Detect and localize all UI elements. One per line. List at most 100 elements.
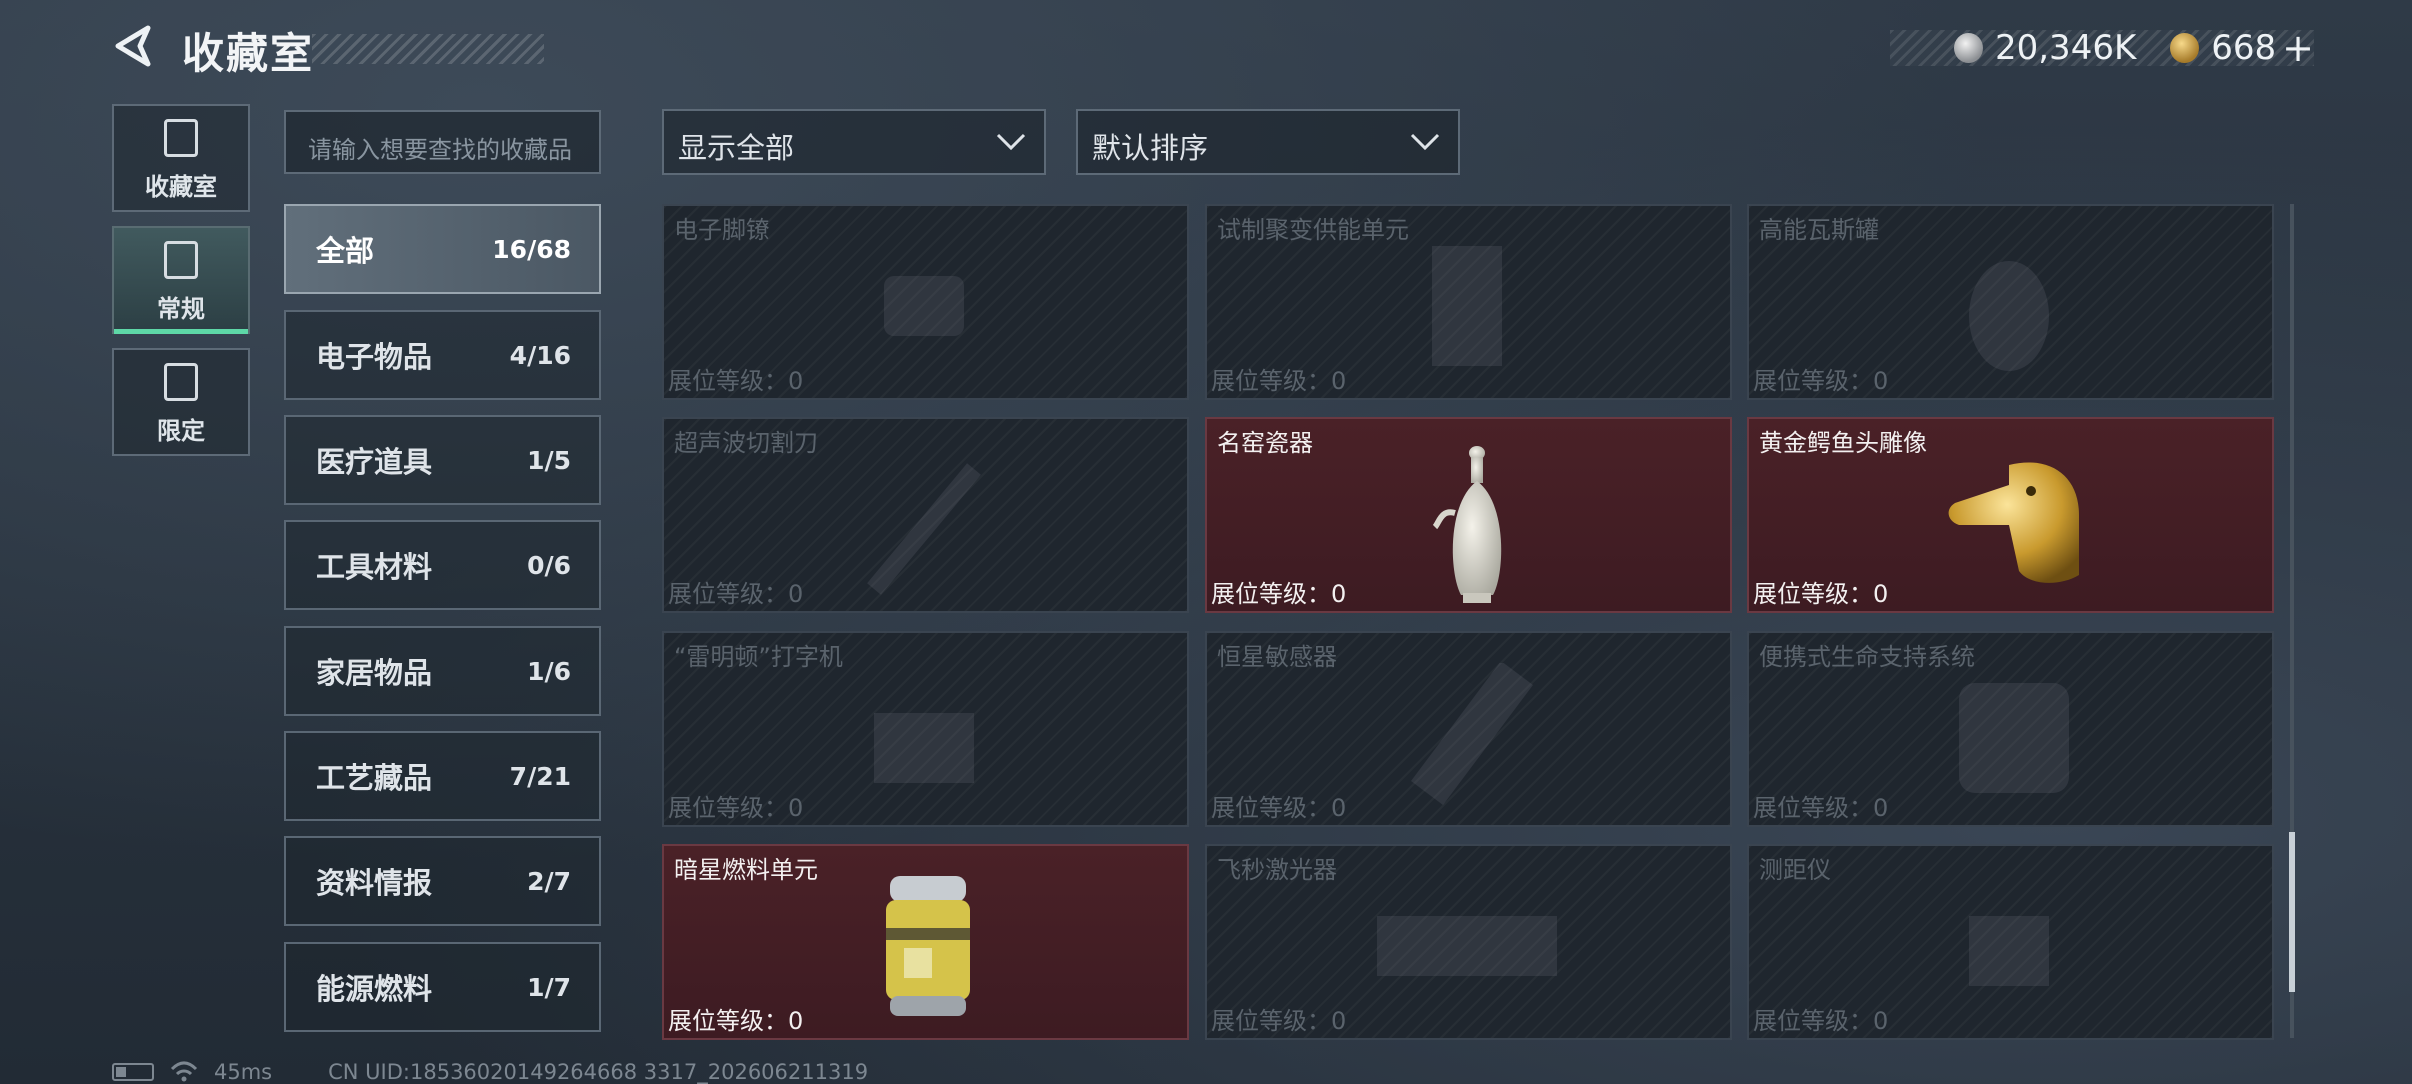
card-corner bbox=[1749, 846, 1755, 852]
item-level: 展位等级：0 bbox=[668, 1007, 804, 1035]
item-level: 展位等级：0 bbox=[668, 580, 804, 608]
card-corner bbox=[2266, 206, 2272, 212]
card-corner bbox=[1724, 633, 1730, 639]
rail-item-label: 常规 bbox=[157, 295, 205, 323]
femtosecond-laser-icon bbox=[1377, 916, 1557, 976]
card-corner bbox=[664, 419, 670, 425]
card-corner bbox=[1724, 206, 1730, 212]
wifi-icon bbox=[170, 1061, 198, 1082]
category-electronics[interactable]: 电子物品 4/16 bbox=[284, 310, 601, 400]
item-name: 便携式生命支持系统 bbox=[1759, 643, 1975, 671]
category-name: 全部 bbox=[316, 234, 375, 268]
rail-item-regular[interactable]: 常规 bbox=[112, 226, 250, 334]
category-count: 4/16 bbox=[509, 340, 571, 370]
category-count: 0/6 bbox=[527, 550, 571, 580]
item-level: 展位等级：0 bbox=[1211, 794, 1347, 822]
regular-icon bbox=[164, 241, 198, 279]
chevron-down-icon bbox=[1410, 133, 1440, 151]
card-corner bbox=[2266, 419, 2272, 425]
category-count: 1/6 bbox=[527, 656, 571, 686]
category-count: 7/21 bbox=[509, 761, 571, 791]
title-decoration bbox=[312, 34, 544, 64]
category-name: 医疗道具 bbox=[316, 445, 433, 479]
gold-coin-icon bbox=[2170, 33, 2200, 63]
item-name: 高能瓦斯罐 bbox=[1759, 216, 1879, 244]
card-corner bbox=[1181, 846, 1187, 852]
item-card[interactable]: 测距仪 展位等级：0 bbox=[1747, 844, 2274, 1040]
gold-currency-value: 668 bbox=[2211, 28, 2277, 68]
category-all[interactable]: 全部 16/68 bbox=[284, 204, 601, 294]
typewriter-icon bbox=[874, 713, 974, 783]
card-corner bbox=[664, 633, 670, 639]
sort-value: 默认排序 bbox=[1092, 131, 1209, 165]
card-corner bbox=[1749, 206, 1755, 212]
item-level: 展位等级：0 bbox=[1753, 1007, 1889, 1035]
category-tools[interactable]: 工具材料 0/6 bbox=[284, 520, 601, 610]
item-level: 展位等级：0 bbox=[668, 367, 804, 395]
category-count: 1/7 bbox=[527, 972, 571, 1002]
rail-item-label: 收藏室 bbox=[145, 173, 217, 201]
item-card[interactable]: 试制聚变供能单元 展位等级：0 bbox=[1205, 204, 1732, 400]
sort-dropdown[interactable]: 默认排序 bbox=[1076, 109, 1460, 175]
back-arrow-icon[interactable] bbox=[112, 24, 156, 68]
golden-crocodile-statue-icon bbox=[1948, 462, 2079, 583]
search-input[interactable]: 请输入想要查找的收藏品 bbox=[284, 110, 601, 174]
category-household[interactable]: 家居物品 1/6 bbox=[284, 626, 601, 716]
currency-bar: 20,346K 668 + bbox=[1890, 26, 2314, 70]
item-card[interactable]: 电子脚镣 展位等级：0 bbox=[662, 204, 1189, 400]
card-corner bbox=[1181, 206, 1187, 212]
card-corner bbox=[1207, 846, 1213, 852]
life-support-icon bbox=[1959, 683, 2069, 793]
category-energy[interactable]: 能源燃料 1/7 bbox=[284, 942, 601, 1032]
display-filter-dropdown[interactable]: 显示全部 bbox=[662, 109, 1046, 175]
add-currency-button[interactable]: + bbox=[2282, 26, 2314, 70]
category-count: 2/7 bbox=[527, 866, 571, 896]
card-corner bbox=[1749, 419, 1755, 425]
scrollbar-thumb[interactable] bbox=[2289, 832, 2295, 992]
rail-item-limited[interactable]: 限定 bbox=[112, 348, 250, 456]
card-corner bbox=[1724, 846, 1730, 852]
item-card[interactable]: 便携式生命支持系统 展位等级：0 bbox=[1747, 631, 2274, 827]
category-medical[interactable]: 医疗道具 1/5 bbox=[284, 415, 601, 505]
card-corner bbox=[1207, 206, 1213, 212]
rail-item-collection-room[interactable]: 收藏室 bbox=[112, 104, 250, 212]
item-name: 名窑瓷器 bbox=[1217, 429, 1313, 457]
item-card[interactable]: 恒星敏感器 展位等级：0 bbox=[1205, 631, 1732, 827]
item-name: “雷明顿”打字机 bbox=[674, 643, 843, 671]
category-intel[interactable]: 资料情报 2/7 bbox=[284, 836, 601, 926]
item-card-owned[interactable]: 名窑瓷器 展位等级：0 bbox=[1205, 417, 1732, 613]
item-level: 展位等级：0 bbox=[668, 794, 804, 822]
item-level: 展位等级：0 bbox=[1753, 580, 1889, 608]
item-card-owned[interactable]: 黄金鳄鱼头雕像 展位等级：0 bbox=[1747, 417, 2274, 613]
card-corner bbox=[1749, 633, 1755, 639]
item-name: 飞秒激光器 bbox=[1217, 856, 1337, 884]
item-card[interactable]: 超声波切割刀 展位等级：0 bbox=[662, 417, 1189, 613]
item-level: 展位等级：0 bbox=[1211, 580, 1347, 608]
collection-room-icon bbox=[164, 119, 198, 157]
item-name: 黄金鳄鱼头雕像 bbox=[1759, 429, 1927, 457]
item-level: 展位等级：0 bbox=[1211, 367, 1347, 395]
gas-canister-icon bbox=[1969, 261, 2049, 371]
item-card[interactable]: 高能瓦斯罐 展位等级：0 bbox=[1747, 204, 2274, 400]
category-name: 资料情报 bbox=[316, 866, 433, 900]
item-card[interactable]: 飞秒激光器 展位等级：0 bbox=[1205, 844, 1732, 1040]
item-level: 展位等级：0 bbox=[1753, 794, 1889, 822]
fusion-unit-icon bbox=[1432, 246, 1502, 366]
item-name: 电子脚镣 bbox=[674, 216, 770, 244]
category-count: 16/68 bbox=[492, 234, 571, 264]
ankle-monitor-icon bbox=[884, 276, 964, 336]
category-crafts[interactable]: 工艺藏品 7/21 bbox=[284, 731, 601, 821]
item-card-owned[interactable]: 暗星燃料单元 展位等级：0 bbox=[662, 844, 1189, 1040]
ultrasonic-cutter-icon bbox=[867, 463, 981, 595]
silver-currency-value: 20,346K bbox=[1994, 28, 2137, 68]
ping-value: 45ms bbox=[214, 1060, 273, 1084]
category-name: 家居物品 bbox=[316, 656, 433, 690]
category-name: 电子物品 bbox=[316, 340, 433, 374]
fuel-cell-icon bbox=[886, 876, 970, 1016]
item-level: 展位等级：0 bbox=[1753, 367, 1889, 395]
item-card[interactable]: “雷明顿”打字机 展位等级：0 bbox=[662, 631, 1189, 827]
item-level: 展位等级：0 bbox=[1211, 1007, 1347, 1035]
card-corner bbox=[1207, 633, 1213, 639]
category-name: 工具材料 bbox=[316, 550, 433, 584]
user-uid: CN UID:18536020149264668 3317_2026062113… bbox=[328, 1060, 869, 1084]
